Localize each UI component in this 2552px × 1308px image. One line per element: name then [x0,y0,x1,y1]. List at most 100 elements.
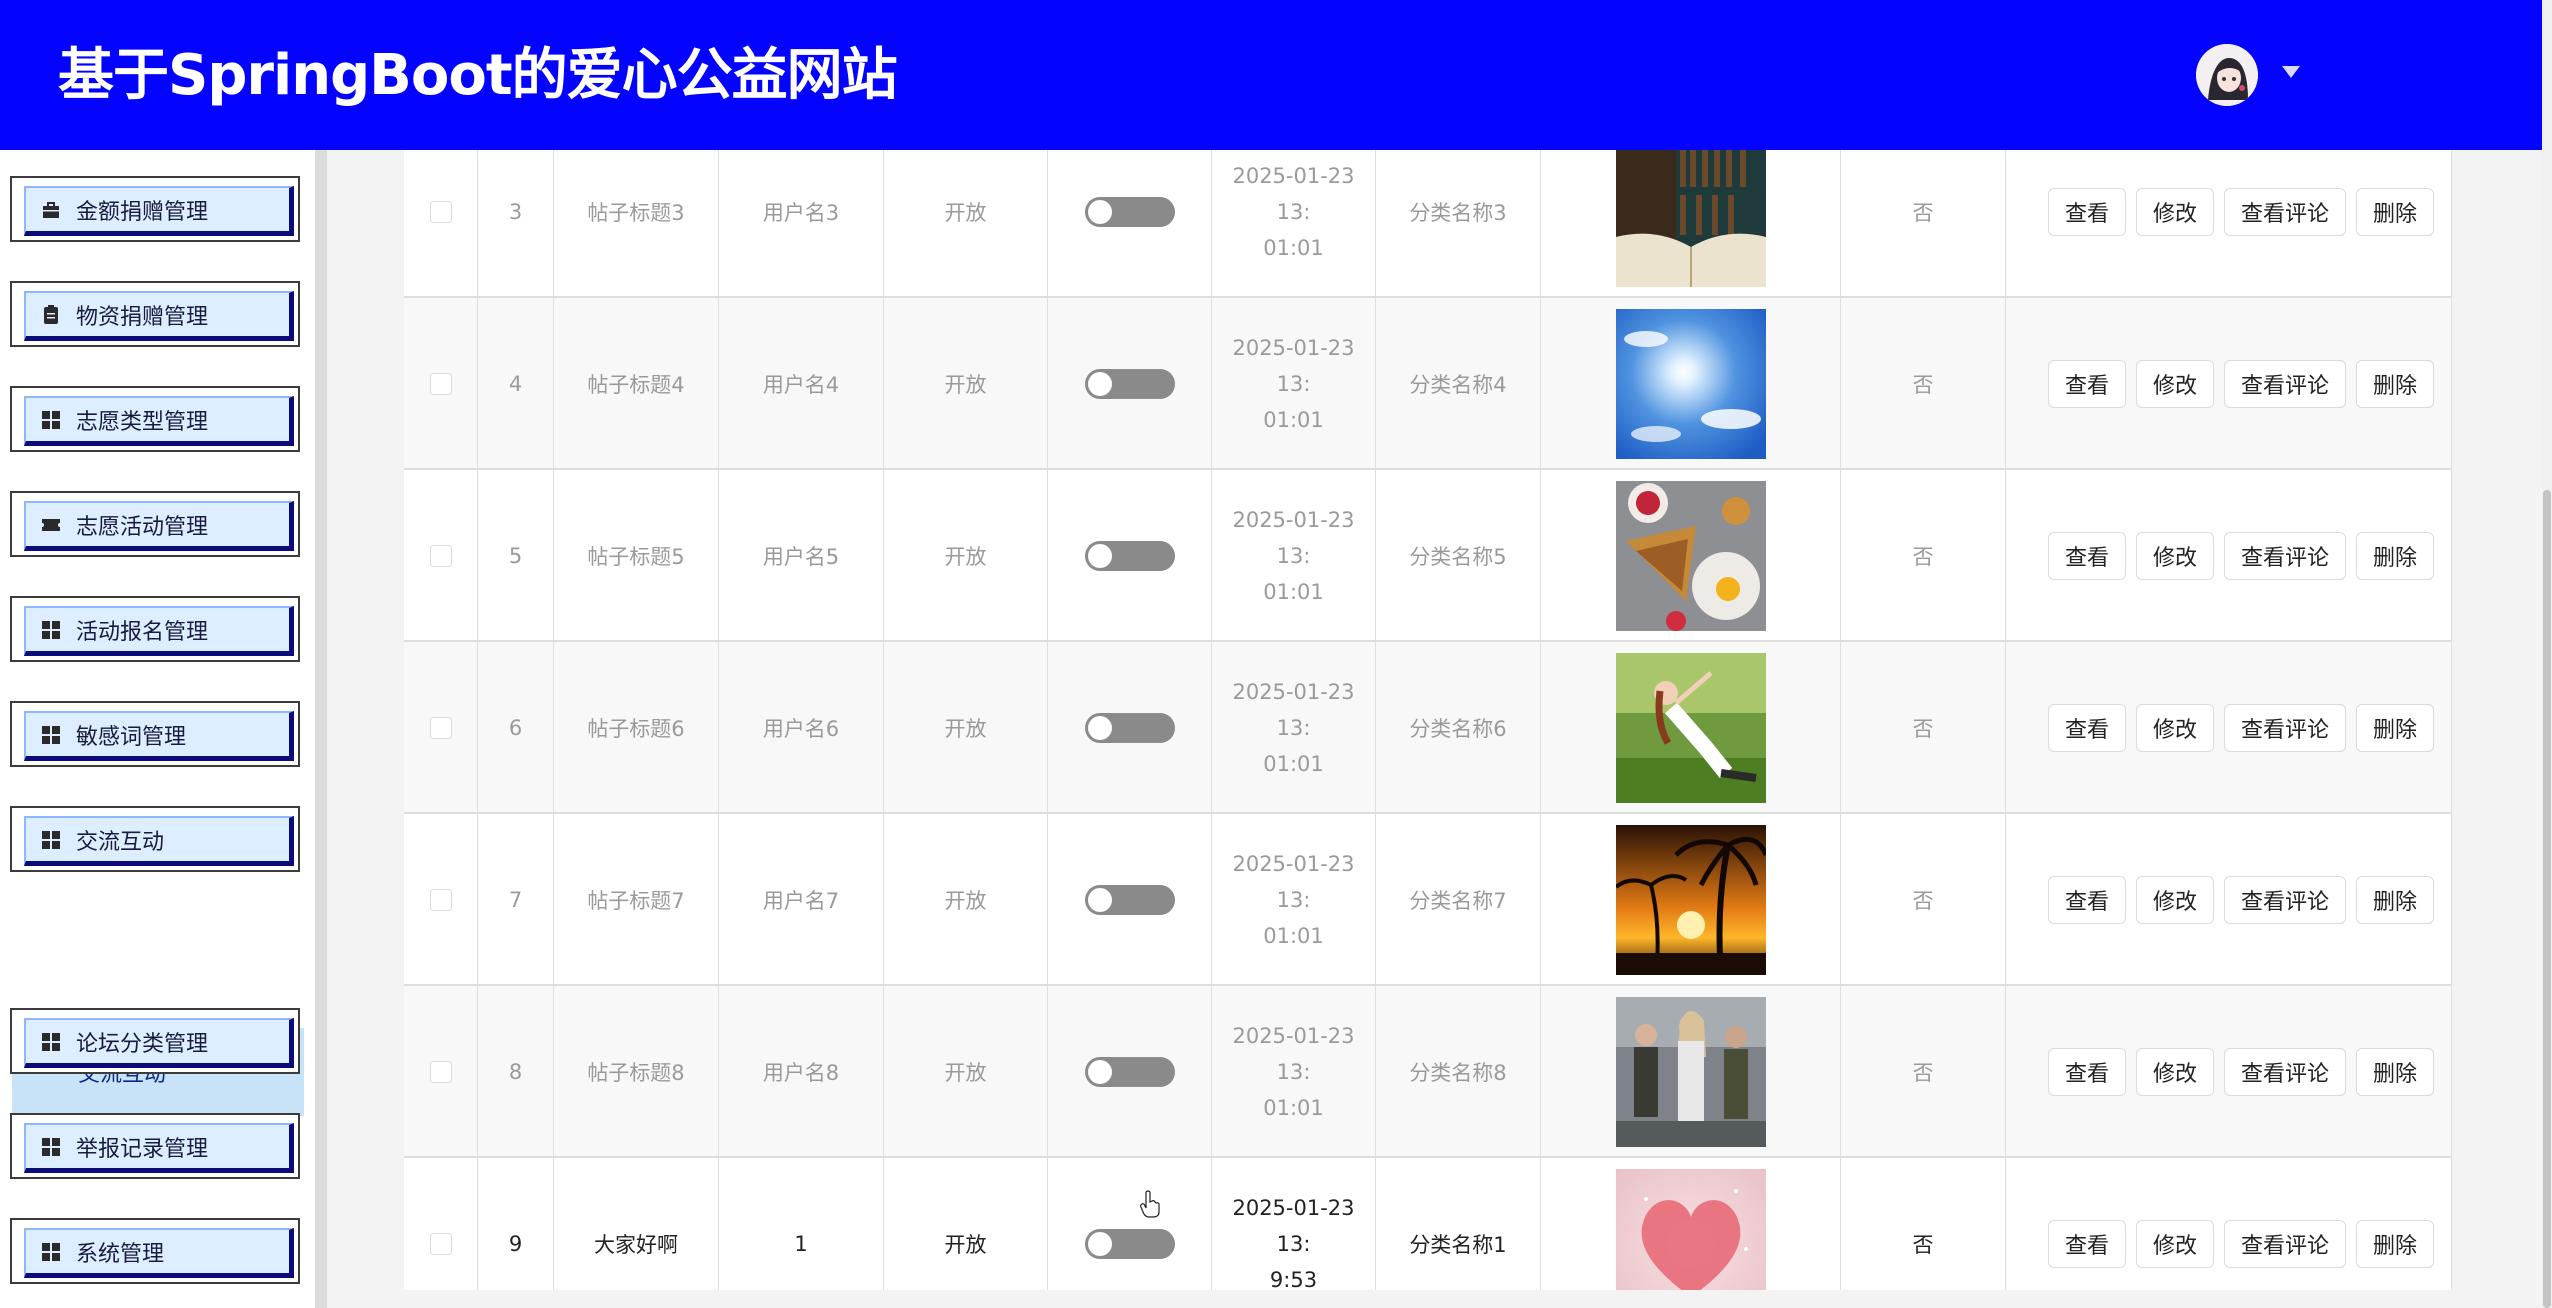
table-row: 3 帖子标题3 用户名3 开放 2025-01-23 13: 01:01 分类名… [404,126,2452,298]
status-toggle[interactable] [1084,713,1175,743]
scrollbar-thumb[interactable] [2543,490,2551,1308]
view-button[interactable]: 查看 [2048,1048,2127,1096]
delete-button[interactable]: 删除 [2356,360,2435,408]
view-button[interactable]: 查看 [2048,876,2127,924]
view-comments-button[interactable]: 查看评论 [2224,1048,2347,1096]
library-book-image [1615,137,1766,287]
status-toggle[interactable] [1084,1229,1175,1259]
user-menu-chevron-icon[interactable] [2282,66,2300,78]
row-checkbox[interactable] [429,201,452,223]
row-id: 6 [478,642,554,814]
post-status: 开放 [884,986,1048,1158]
delete-button[interactable]: 删除 [2356,876,2435,924]
row-id: 8 [478,986,554,1158]
post-status: 开放 [884,814,1048,986]
edit-button[interactable]: 修改 [2136,876,2215,924]
view-comments-button[interactable]: 查看评论 [2224,360,2347,408]
row-checkbox[interactable] [429,1061,452,1083]
status-toggle[interactable] [1084,197,1175,227]
row-checkbox[interactable] [429,545,452,567]
row-checkbox[interactable] [429,1233,452,1255]
table-row: 7 帖子标题7 用户名7 开放 2025-01-23 13: 01:01 分类名… [404,814,2452,986]
post-time: 2025-01-23 13: 01:01 [1232,680,1355,776]
row-checkbox[interactable] [429,373,452,395]
edit-button[interactable]: 修改 [2136,360,2215,408]
post-time: 2025-01-23 13: 01:01 [1232,164,1355,260]
grid-icon [42,1242,60,1261]
sidebar-item-forum[interactable]: 交流互动 [10,806,300,872]
view-button[interactable]: 查看 [2048,1220,2127,1268]
edit-button[interactable]: 修改 [2136,1220,2215,1268]
is-top: 否 [1841,986,2006,1158]
sidebar-item-volunteer-activity[interactable]: 志愿活动管理 [10,491,300,557]
view-button[interactable]: 查看 [2048,532,2127,580]
sidebar: 金额捐赠管理 物资捐赠管理 志愿类型管理 志愿活动管理 活动报名管理 敏感词管理 [0,150,315,1308]
breakfast-food-image [1615,481,1766,631]
sidebar-item-forum-category[interactable]: 论坛分类管理 [10,1008,300,1074]
post-title: 帖子标题5 [554,470,719,642]
ticket-icon [42,518,60,531]
delete-button[interactable]: 删除 [2356,188,2435,236]
edit-button[interactable]: 修改 [2136,188,2215,236]
post-title: 帖子标题4 [554,298,719,470]
delete-button[interactable]: 删除 [2356,1048,2435,1096]
view-button[interactable]: 查看 [2048,704,2127,752]
username: 1 [719,1158,884,1290]
post-title: 大家好啊 [554,1158,719,1290]
view-comments-button[interactable]: 查看评论 [2224,704,2347,752]
sidebar-item-label: 交流互动 [76,829,165,855]
yoga-woman-image [1615,653,1766,803]
view-button[interactable]: 查看 [2048,188,2127,236]
post-time: 2025-01-23 13: 01:01 [1232,508,1355,604]
table-row: 5 帖子标题5 用户名5 开放 2025-01-23 13: 01:01 分类名… [404,470,2452,642]
post-category: 分类名称3 [1376,126,1541,298]
status-toggle[interactable] [1084,369,1175,399]
username: 用户名4 [719,298,884,470]
view-comments-button[interactable]: 查看评论 [2224,1220,2347,1268]
sidebar-item-money-donation[interactable]: 金额捐赠管理 [10,176,300,242]
sidebar-item-label: 系统管理 [76,1241,165,1267]
username: 用户名7 [719,814,884,986]
status-toggle[interactable] [1084,885,1175,915]
edit-button[interactable]: 修改 [2136,1048,2215,1096]
post-category: 分类名称6 [1376,642,1541,814]
view-comments-button[interactable]: 查看评论 [2224,532,2347,580]
table-row: 9 大家好啊 1 开放 2025-01-23 13: 9:53 分类名称1 否 … [404,1158,2452,1290]
is-top: 否 [1841,642,2006,814]
post-time: 2025-01-23 13: 9:53 [1232,1196,1355,1290]
user-avatar[interactable] [2196,44,2258,106]
table-row: 6 帖子标题6 用户名6 开放 2025-01-23 13: 01:01 分类名… [404,642,2452,814]
sidebar-item-goods-donation[interactable]: 物资捐赠管理 [10,281,300,347]
edit-button[interactable]: 修改 [2136,704,2215,752]
delete-button[interactable]: 删除 [2356,532,2435,580]
row-checkbox[interactable] [429,717,452,739]
view-button[interactable]: 查看 [2048,360,2127,408]
post-title: 帖子标题8 [554,986,719,1158]
row-id: 7 [478,814,554,986]
row-checkbox[interactable] [429,889,452,911]
post-status: 开放 [884,470,1048,642]
row-id: 5 [478,470,554,642]
is-top: 否 [1841,298,2006,470]
edit-button[interactable]: 修改 [2136,532,2215,580]
view-comments-button[interactable]: 查看评论 [2224,188,2347,236]
site-title: 基于SpringBoot的爱心公益网站 [58,43,898,108]
sidebar-item-system[interactable]: 系统管理 [10,1218,300,1284]
post-time: 2025-01-23 13: 01:01 [1232,852,1355,948]
delete-button[interactable]: 删除 [2356,1220,2435,1268]
post-category: 分类名称8 [1376,986,1541,1158]
status-toggle[interactable] [1084,541,1175,571]
delete-button[interactable]: 删除 [2356,704,2435,752]
sidebar-item-activity-signup[interactable]: 活动报名管理 [10,596,300,662]
sidebar-item-volunteer-type[interactable]: 志愿类型管理 [10,386,300,452]
sidebar-item-label: 物资捐赠管理 [76,304,209,330]
top-header: 基于SpringBoot的爱心公益网站 [0,0,2542,150]
sidebar-item-sensitive-words[interactable]: 敏感词管理 [10,701,300,767]
post-status: 开放 [884,298,1048,470]
view-comments-button[interactable]: 查看评论 [2224,876,2347,924]
post-status: 开放 [884,126,1048,298]
sidebar-item-label: 论坛分类管理 [76,1031,209,1057]
status-toggle[interactable] [1084,1057,1175,1087]
sidebar-item-report-records[interactable]: 举报记录管理 [10,1113,300,1179]
row-id: 3 [478,126,554,298]
